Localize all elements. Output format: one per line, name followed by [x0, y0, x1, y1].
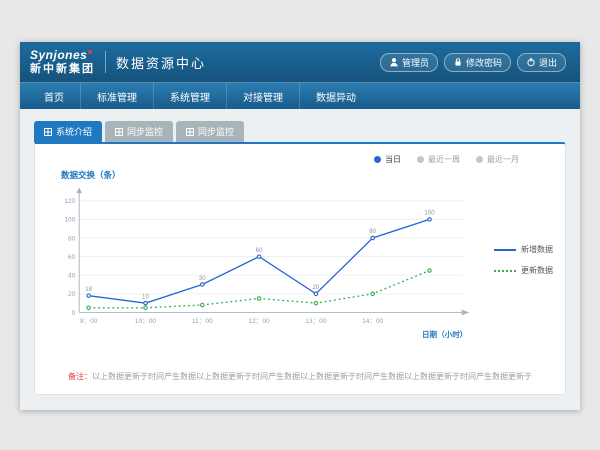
svg-text:30: 30: [199, 275, 206, 282]
brand-name: Synjones: [30, 49, 87, 63]
footnote-text: 以上数据更新于时间产生数据以上数据更新于时间产生数据以上数据更新于时间产生数据以…: [92, 372, 532, 381]
lock-icon: [453, 57, 463, 67]
tab-system-intro[interactable]: 系统介绍: [34, 121, 102, 142]
power-icon: [526, 57, 536, 67]
svg-text:10：00: 10：00: [135, 318, 157, 325]
chart-y-axis-title: 数据交换（条）: [61, 169, 553, 181]
grid-icon: [44, 128, 52, 136]
series-legend-item-new-data[interactable]: 新增数据: [494, 244, 553, 255]
nav-item-label: 对接管理: [243, 89, 283, 104]
tab-sync-monitor-1[interactable]: 同步监控: [105, 121, 173, 142]
svg-text:10: 10: [142, 293, 149, 300]
brand-logo: Synjones 新中新集团: [30, 49, 95, 75]
solid-line-icon: [494, 249, 516, 251]
nav-item-home[interactable]: 首页: [28, 83, 80, 109]
svg-text:0: 0: [72, 310, 76, 317]
series-legend-item-updated-data[interactable]: 更新数据: [494, 265, 553, 276]
nav-item-connection-management[interactable]: 对接管理: [226, 83, 299, 109]
svg-text:9：00: 9：00: [80, 318, 98, 325]
nav-item-label: 标准管理: [97, 89, 137, 104]
content-area: 系统介绍 同步监控 同步监控: [20, 109, 580, 410]
tab-label: 系统介绍: [56, 125, 92, 138]
brand-chinese-name: 新中新集团: [30, 63, 95, 76]
grid-icon: [115, 128, 123, 136]
app-header: Synjones 新中新集团 数据资源中心 管理员: [20, 42, 580, 82]
grid-icon: [186, 128, 194, 136]
header-actions: 管理员 修改密码 退出: [380, 53, 566, 72]
svg-text:11：00: 11：00: [192, 318, 213, 325]
nav-item-standard-management[interactable]: 标准管理: [80, 83, 153, 109]
svg-text:60: 60: [256, 247, 263, 254]
svg-text:100: 100: [424, 210, 435, 217]
svg-text:日期（小时）: 日期（小时）: [422, 329, 467, 339]
svg-text:80: 80: [68, 235, 76, 242]
person-icon: [389, 57, 399, 67]
chart-container: 0 20 40 60 80 100 120 9：00 10：00 11：00 12：00 13：00 1…: [47, 183, 553, 351]
filter-label: 最近一月: [487, 154, 519, 165]
nav-item-system-management[interactable]: 系统管理: [153, 83, 226, 109]
svg-text:120: 120: [64, 198, 75, 205]
svg-text:100: 100: [64, 217, 75, 224]
app-window: Synjones 新中新集团 数据资源中心 管理员: [20, 42, 580, 410]
footnote: 备注：以上数据更新于时间产生数据以上数据更新于时间产生数据以上数据更新于时间产生…: [35, 371, 565, 382]
time-filter-legend: 当日 最近一周 最近一月: [47, 154, 553, 165]
admin-user-button[interactable]: 管理员: [380, 53, 438, 72]
logout-label: 退出: [539, 56, 557, 69]
nav-item-data-change[interactable]: 数据异动: [299, 83, 372, 109]
svg-text:60: 60: [68, 254, 76, 261]
svg-text:40: 40: [68, 273, 76, 280]
dot-icon: [374, 156, 381, 163]
series-legend-label: 更新数据: [521, 265, 553, 276]
svg-text:80: 80: [369, 228, 376, 235]
tab-sync-monitor-2[interactable]: 同步监控: [176, 121, 244, 142]
svg-text:20: 20: [312, 284, 319, 291]
svg-text:14：00: 14：00: [362, 318, 384, 325]
nav-item-label: 首页: [44, 89, 64, 104]
series-legend: 新增数据 更新数据: [494, 244, 553, 276]
svg-text:18: 18: [85, 286, 92, 293]
dotted-line-icon: [494, 270, 516, 272]
filter-label: 当日: [385, 154, 401, 165]
series-legend-label: 新增数据: [521, 244, 553, 255]
tab-label: 同步监控: [198, 125, 234, 138]
logout-button[interactable]: 退出: [517, 53, 566, 72]
filter-last-week[interactable]: 最近一周: [417, 154, 460, 165]
admin-user-label: 管理员: [402, 56, 429, 69]
header-divider: [105, 51, 106, 73]
footnote-label: 备注：: [68, 372, 92, 381]
svg-text:13：00: 13：00: [305, 318, 327, 325]
svg-text:12：00: 12：00: [248, 318, 270, 325]
main-nav: 首页 标准管理 系统管理 对接管理 数据异动: [20, 82, 580, 109]
change-password-button[interactable]: 修改密码: [444, 53, 511, 72]
tab-bar: 系统介绍 同步监控 同步监控: [34, 121, 566, 142]
nav-item-label: 系统管理: [170, 89, 210, 104]
filter-today[interactable]: 当日: [374, 154, 401, 165]
desktop-background: Synjones 新中新集团 数据资源中心 管理员: [0, 0, 600, 450]
chart-panel: 当日 最近一周 最近一月 数据交换（条） 0 20 40 60 80 100 120 9：00…: [34, 142, 566, 395]
filter-last-month[interactable]: 最近一月: [476, 154, 519, 165]
dot-icon: [417, 156, 424, 163]
nav-item-label: 数据异动: [316, 89, 356, 104]
tab-label: 同步监控: [127, 125, 163, 138]
change-password-label: 修改密码: [466, 56, 502, 69]
svg-text:20: 20: [68, 291, 76, 298]
filter-label: 最近一周: [428, 154, 460, 165]
brand-red-dot-icon: [88, 50, 92, 54]
line-chart: 0 20 40 60 80 100 120 9：00 10：00 11：00 12：00 13：00 1…: [47, 183, 492, 351]
dot-icon: [476, 156, 483, 163]
page-title: 数据资源中心: [116, 53, 206, 72]
